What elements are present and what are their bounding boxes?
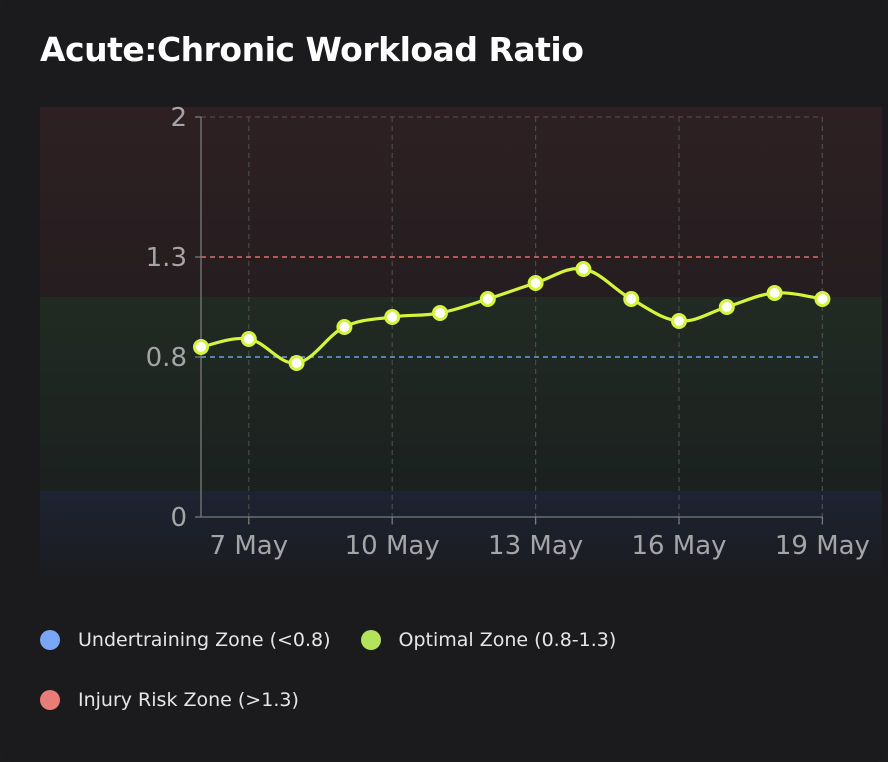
data-point xyxy=(814,291,831,307)
legend-label-undertraining: Undertraining Zone (<0.8) xyxy=(78,629,331,651)
y-tick-label: 1.3 xyxy=(146,243,187,273)
data-point xyxy=(766,285,783,301)
data-point xyxy=(193,339,209,355)
data-point xyxy=(288,355,305,371)
chart-title: Acute:Chronic Workload Ratio xyxy=(40,30,584,69)
x-tick-label: 16 May xyxy=(631,531,726,561)
optimal-dot-icon xyxy=(360,630,381,650)
zone-under-band xyxy=(40,491,882,575)
x-tick-label: 7 May xyxy=(210,531,289,561)
legend-label-injury: Injury Risk Zone (>1.3) xyxy=(78,689,299,711)
data-point xyxy=(240,331,257,347)
data-point xyxy=(384,309,401,325)
undertraining-dot-icon xyxy=(40,630,60,650)
y-tick-label: 2 xyxy=(170,103,187,133)
x-tick-label: 19 May xyxy=(775,531,870,561)
y-tick-label: 0 xyxy=(170,503,187,533)
data-point xyxy=(718,299,735,315)
injury-dot-icon xyxy=(40,690,60,710)
data-point xyxy=(575,261,592,277)
chart-card: Acute:Chronic Workload Ratio 0 0.8 1.3 2 7 M… xyxy=(0,0,888,762)
data-point xyxy=(479,291,496,307)
legend-item-undertraining[interactable]: Undertraining Zone (<0.8) xyxy=(40,629,331,651)
legend-item-injury[interactable]: Injury Risk Zone (>1.3) xyxy=(40,689,299,711)
legend: Undertraining Zone (<0.8) Optimal Zone (… xyxy=(40,622,860,742)
data-point xyxy=(623,291,640,307)
data-point xyxy=(671,313,687,329)
legend-item-optimal[interactable]: Optimal Zone (0.8-1.3) xyxy=(360,629,617,651)
zone-optimal-band xyxy=(40,297,882,491)
x-tick-label: 10 May xyxy=(345,531,440,561)
acwr-line-chart: 0 0.8 1.3 2 7 May 10 May 13 May 16 May 19 May xyxy=(40,103,882,575)
legend-row-2: Injury Risk Zone (>1.3) xyxy=(40,682,860,718)
legend-label-optimal: Optimal Zone (0.8-1.3) xyxy=(398,629,617,651)
legend-row-1: Undertraining Zone (<0.8) Optimal Zone (… xyxy=(40,622,860,658)
data-point xyxy=(432,305,448,321)
data-point xyxy=(527,275,544,291)
y-tick-label: 0.8 xyxy=(146,343,187,373)
x-tick-label: 13 May xyxy=(488,531,583,561)
data-point xyxy=(336,319,353,335)
